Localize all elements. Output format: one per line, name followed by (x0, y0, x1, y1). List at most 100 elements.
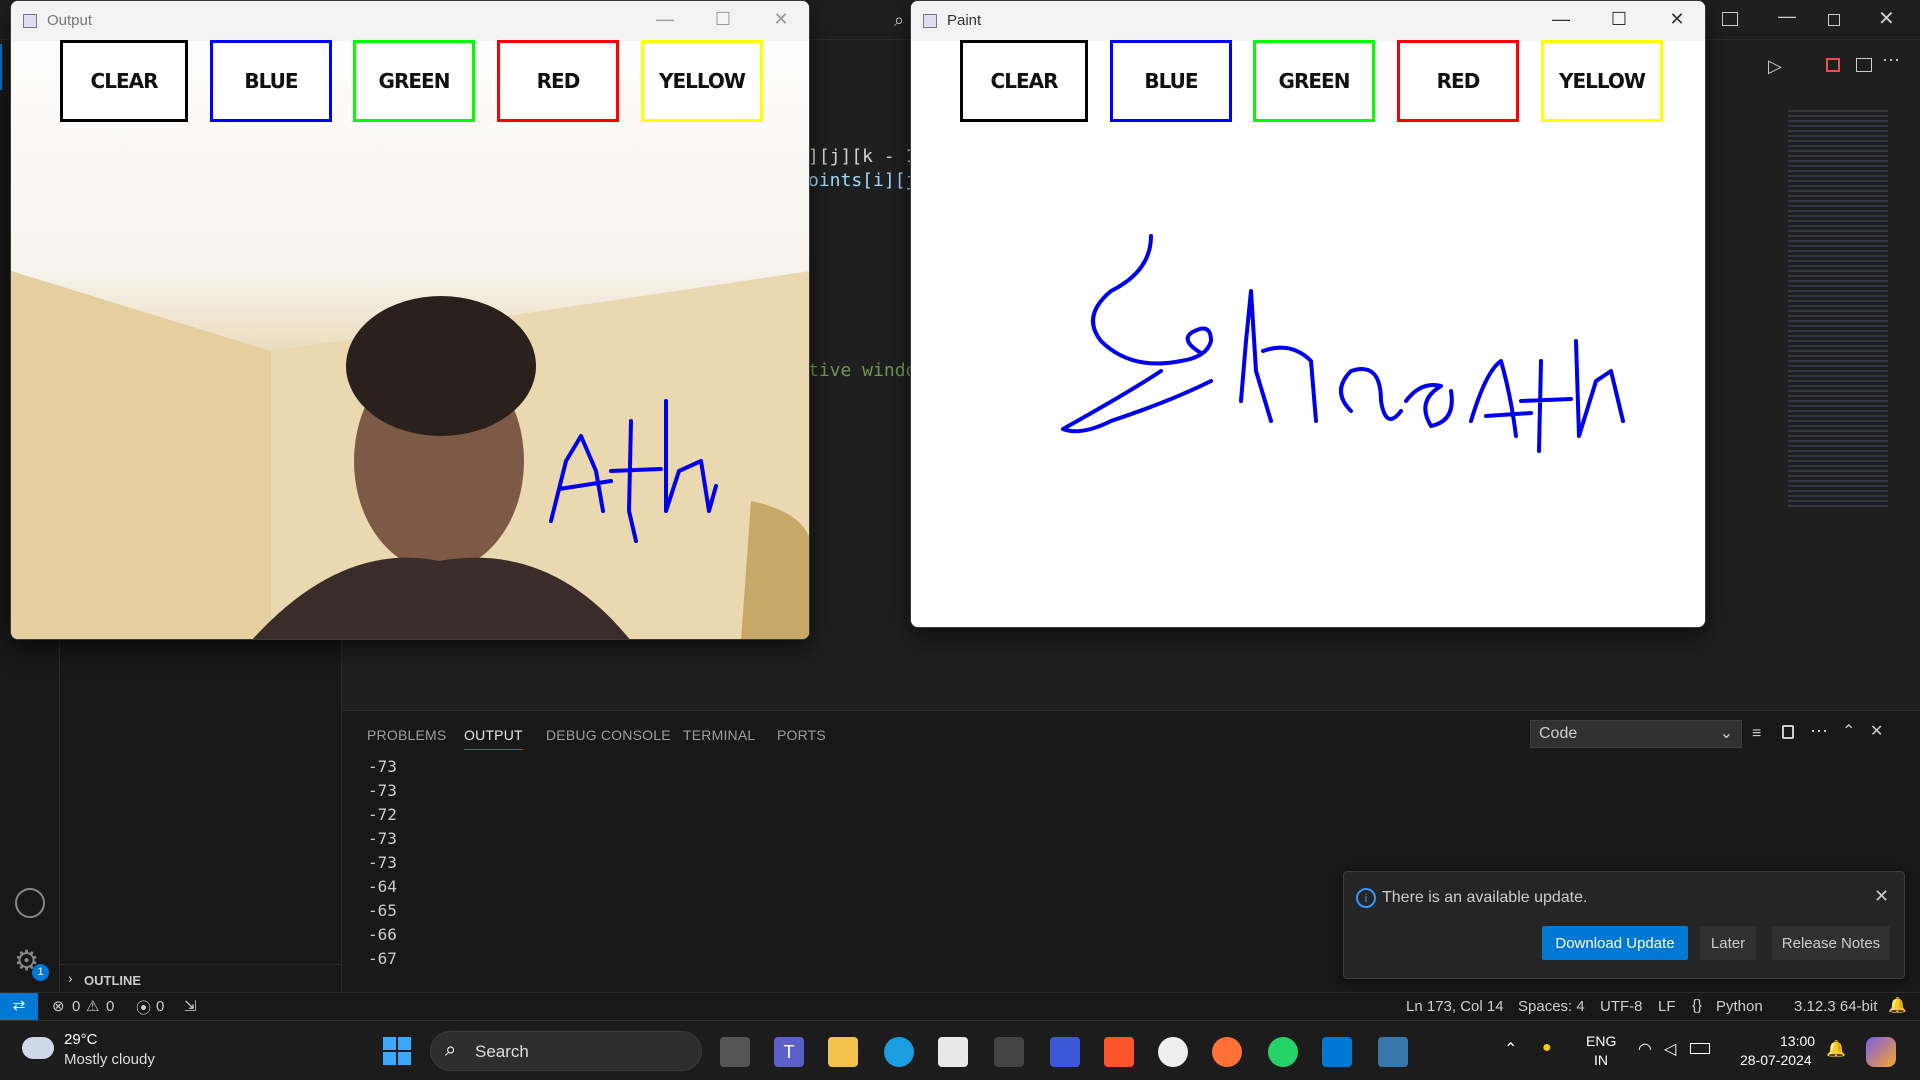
minimize-icon[interactable]: — (655, 9, 675, 31)
more-actions-icon[interactable]: ⋯ (1882, 50, 1900, 71)
file-explorer-icon[interactable] (828, 1037, 858, 1067)
clock-time[interactable]: 13:00 (1780, 1033, 1815, 1049)
tray-app-icon[interactable]: ● (1542, 1039, 1552, 1057)
weather-temperature[interactable]: 29°C (64, 1031, 98, 1048)
release-notes-button[interactable]: Release Notes (1772, 926, 1890, 960)
wifi-icon[interactable]: ◠ (1638, 1039, 1652, 1059)
app-icon[interactable] (994, 1037, 1024, 1067)
clock-date[interactable]: 28-07-2024 (1740, 1052, 1812, 1068)
output-channel-select[interactable]: Code ⌄ (1530, 720, 1742, 748)
window-minimize-button[interactable]: — (1778, 6, 1796, 27)
blue-color-button[interactable]: BLUE (1110, 40, 1232, 122)
outline-section[interactable]: › OUTLINE (60, 964, 342, 994)
app-icon[interactable] (1050, 1037, 1080, 1067)
yellow-color-button[interactable]: YELLOW (641, 40, 763, 122)
warning-icon[interactable]: ⚠ (86, 997, 99, 1015)
green-color-button[interactable]: GREEN (353, 40, 475, 122)
close-icon[interactable]: ✕ (1667, 9, 1687, 31)
warning-count[interactable]: 0 (106, 998, 114, 1015)
tab-ports[interactable]: PORTS (777, 727, 826, 743)
lock-scroll-icon[interactable] (1782, 725, 1794, 739)
close-icon[interactable]: ✕ (771, 9, 791, 31)
minimap[interactable] (1788, 110, 1888, 510)
encoding[interactable]: UTF-8 (1600, 998, 1643, 1015)
window-restore-button[interactable] (1828, 14, 1840, 26)
webcam-feed (11, 41, 809, 639)
task-view-icon[interactable] (720, 1037, 750, 1067)
firefox-icon[interactable] (1212, 1037, 1242, 1067)
tab-output[interactable]: OUTPUT (464, 727, 523, 750)
search-icon: ⌕ (445, 1039, 457, 1061)
minimize-icon[interactable]: — (1551, 9, 1571, 31)
start-pane (383, 1037, 396, 1050)
notification-bell-icon[interactable]: 🔔 (1826, 1039, 1846, 1059)
window-close-button[interactable]: ✕ (1878, 6, 1895, 31)
weather-condition[interactable]: Mostly cloudy (64, 1051, 155, 1068)
editor-stop-button[interactable] (1826, 58, 1840, 72)
debug-icon[interactable]: ⇲ (184, 997, 197, 1015)
weather-cloud-icon[interactable] (22, 1037, 54, 1059)
panel-more-icon[interactable]: ⋯ (1810, 721, 1828, 742)
start-button[interactable] (383, 1037, 411, 1065)
output-window[interactable]: Output — ☐ ✕ CLEAR BLUE GREEN RED YELLOW (10, 0, 810, 640)
error-icon[interactable]: ⊗ (52, 997, 65, 1015)
output-window-titlebar[interactable]: Output — ☐ ✕ (11, 1, 809, 41)
red-color-button[interactable]: RED (1397, 40, 1519, 122)
paint-canvas[interactable] (911, 41, 1706, 628)
chatgpt-icon[interactable] (1158, 1037, 1188, 1067)
cursor-position[interactable]: Ln 173, Col 14 (1406, 998, 1504, 1015)
braces-icon: {} (1692, 997, 1703, 1014)
close-notification-icon[interactable]: ✕ (1874, 886, 1889, 907)
taskbar-search[interactable]: ⌕ Search (430, 1031, 702, 1071)
tab-terminal[interactable]: TERMINAL (683, 727, 755, 743)
maximize-panel-icon[interactable]: ⌃ (1842, 721, 1855, 741)
layout-icon[interactable] (1722, 12, 1738, 26)
later-button[interactable]: Later (1700, 926, 1756, 960)
ports-icon[interactable]: ⦿ (136, 997, 151, 1018)
whatsapp-icon[interactable] (1268, 1037, 1298, 1067)
close-panel-icon[interactable]: ✕ (1870, 721, 1883, 741)
line-ending[interactable]: LF (1658, 998, 1676, 1015)
store-icon[interactable] (938, 1037, 968, 1067)
clear-color-button[interactable]: CLEAR (60, 40, 188, 122)
clear-output-icon[interactable]: ≡ (1752, 725, 1761, 743)
active-indicator (0, 44, 2, 90)
editor-run-button[interactable]: ▷ (1768, 56, 1782, 77)
input-region[interactable]: IN (1594, 1052, 1608, 1068)
paint-window[interactable]: Paint — ☐ ✕ CLEAR BLUE GREEN RED YELLOW (910, 0, 1706, 628)
status-bar: ⇄ ⊗ 0 ⚠ 0 ⦿ 0 ⇲ Ln 173, Col 14 Spaces: 4… (0, 992, 1920, 1020)
paint-window-titlebar[interactable]: Paint — ☐ ✕ (911, 1, 1705, 41)
language-mode[interactable]: Python (1716, 998, 1763, 1015)
drawn-stroke-ath (549, 399, 718, 543)
blue-color-button[interactable]: BLUE (210, 40, 332, 122)
tab-debug-console[interactable]: DEBUG CONSOLE (546, 727, 671, 743)
download-update-button[interactable]: Download Update (1542, 926, 1688, 960)
green-color-button[interactable]: GREEN (1253, 40, 1375, 122)
indentation[interactable]: Spaces: 4 (1518, 998, 1585, 1015)
ports-count[interactable]: 0 (156, 998, 164, 1015)
error-count[interactable]: 0 (72, 998, 80, 1015)
tab-problems[interactable]: PROBLEMS (367, 727, 446, 743)
remote-indicator[interactable]: ⇄ (0, 993, 38, 1020)
output-line: -67 (368, 949, 397, 968)
maximize-icon[interactable]: ☐ (713, 9, 733, 31)
edge-icon[interactable] (884, 1037, 914, 1067)
vscode-icon[interactable] (1322, 1037, 1352, 1067)
maximize-icon[interactable]: ☐ (1609, 9, 1629, 31)
red-color-button[interactable]: RED (497, 40, 619, 122)
yellow-color-button[interactable]: YELLOW (1541, 40, 1663, 122)
tray-overflow-icon[interactable]: ⌃ (1504, 1039, 1517, 1059)
brave-icon[interactable] (1104, 1037, 1134, 1067)
clear-color-button[interactable]: CLEAR (960, 40, 1088, 122)
copilot-icon[interactable] (1866, 1037, 1896, 1067)
accounts-icon[interactable] (15, 888, 45, 918)
input-language[interactable]: ENG (1586, 1033, 1616, 1049)
interpreter-version[interactable]: 3.12.3 64-bit (1794, 998, 1877, 1015)
split-editor-icon[interactable] (1856, 58, 1872, 72)
command-center-search-icon[interactable]: ⌕ (894, 10, 904, 31)
notifications-bell-icon[interactable]: 🔔 (1888, 996, 1907, 1014)
volume-icon[interactable]: ◁ (1664, 1039, 1676, 1059)
teams-icon[interactable]: T (774, 1037, 804, 1067)
python-icon[interactable] (1378, 1037, 1408, 1067)
battery-icon[interactable] (1690, 1043, 1710, 1054)
